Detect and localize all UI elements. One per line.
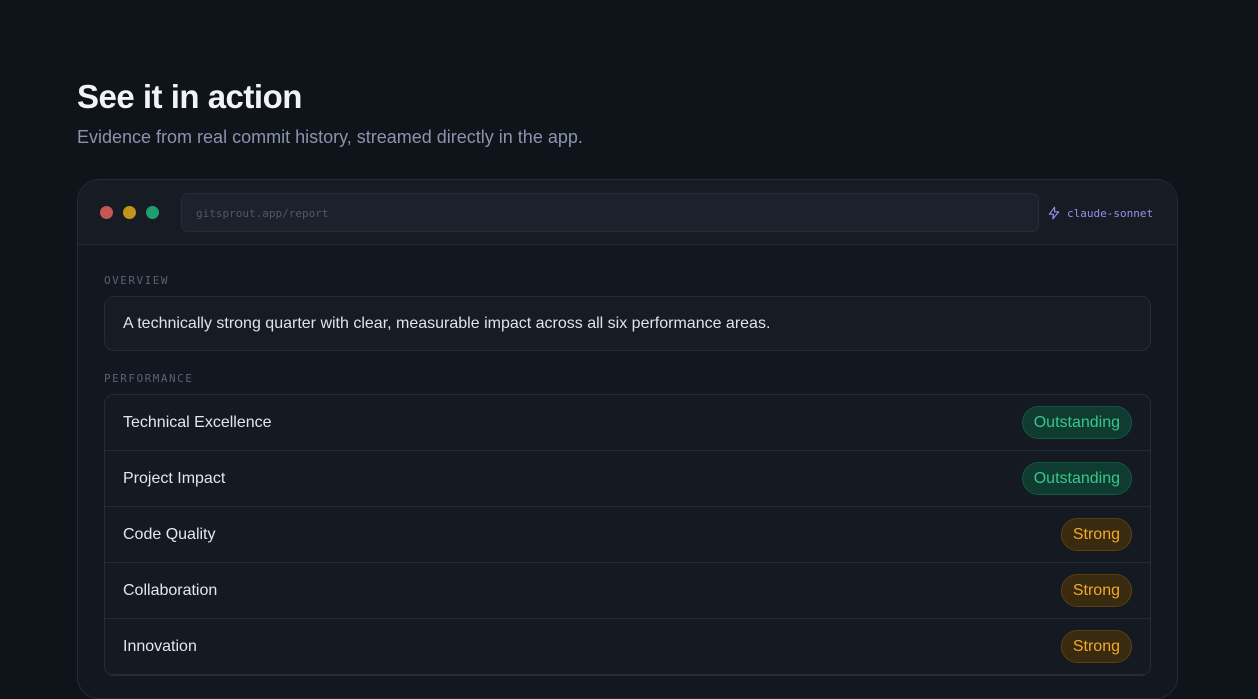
- rating-badge: Strong: [1060, 518, 1132, 551]
- overview-text: A technically strong quarter with clear,…: [104, 296, 1151, 351]
- performance-row: Technical Excellence Outstanding: [105, 395, 1150, 451]
- performance-row: Code Quality Strong: [105, 507, 1150, 563]
- performance-row: Project Impact Outstanding: [105, 451, 1150, 507]
- performance-name: Collaboration: [123, 581, 218, 599]
- overview-label: OVERVIEW: [104, 274, 169, 287]
- performance-list: Technical Excellence Outstanding Project…: [104, 394, 1151, 676]
- minimize-dot[interactable]: [123, 206, 136, 219]
- performance-label: PERFORMANCE: [104, 372, 194, 385]
- rating-badge: Outstanding: [1021, 462, 1132, 495]
- app-window: gitsprout.app/report claude-sonnet OVERV…: [77, 179, 1178, 699]
- section-title: See it in action: [77, 78, 302, 115]
- window-titlebar: gitsprout.app/report claude-sonnet: [78, 180, 1177, 245]
- address-bar[interactable]: gitsprout.app/report: [181, 193, 1039, 232]
- rating-badge: Outstanding: [1021, 406, 1132, 439]
- bolt-icon: [1048, 206, 1060, 220]
- performance-name: Project Impact: [123, 469, 226, 487]
- rating-badge: Strong: [1060, 574, 1132, 607]
- rating-badge: Strong: [1060, 630, 1132, 663]
- performance-name: Technical Excellence: [123, 413, 272, 431]
- model-indicator: claude-sonnet: [1047, 204, 1153, 222]
- performance-row: Collaboration Strong: [105, 563, 1150, 619]
- performance-row: Innovation Strong: [105, 619, 1150, 675]
- close-dot[interactable]: [100, 206, 113, 219]
- performance-name: Innovation: [123, 637, 197, 655]
- performance-name: Code Quality: [123, 525, 216, 543]
- section-subtitle: Evidence from real commit history, strea…: [77, 127, 583, 147]
- model-name: claude-sonnet: [1067, 206, 1154, 220]
- maximize-dot[interactable]: [146, 206, 159, 219]
